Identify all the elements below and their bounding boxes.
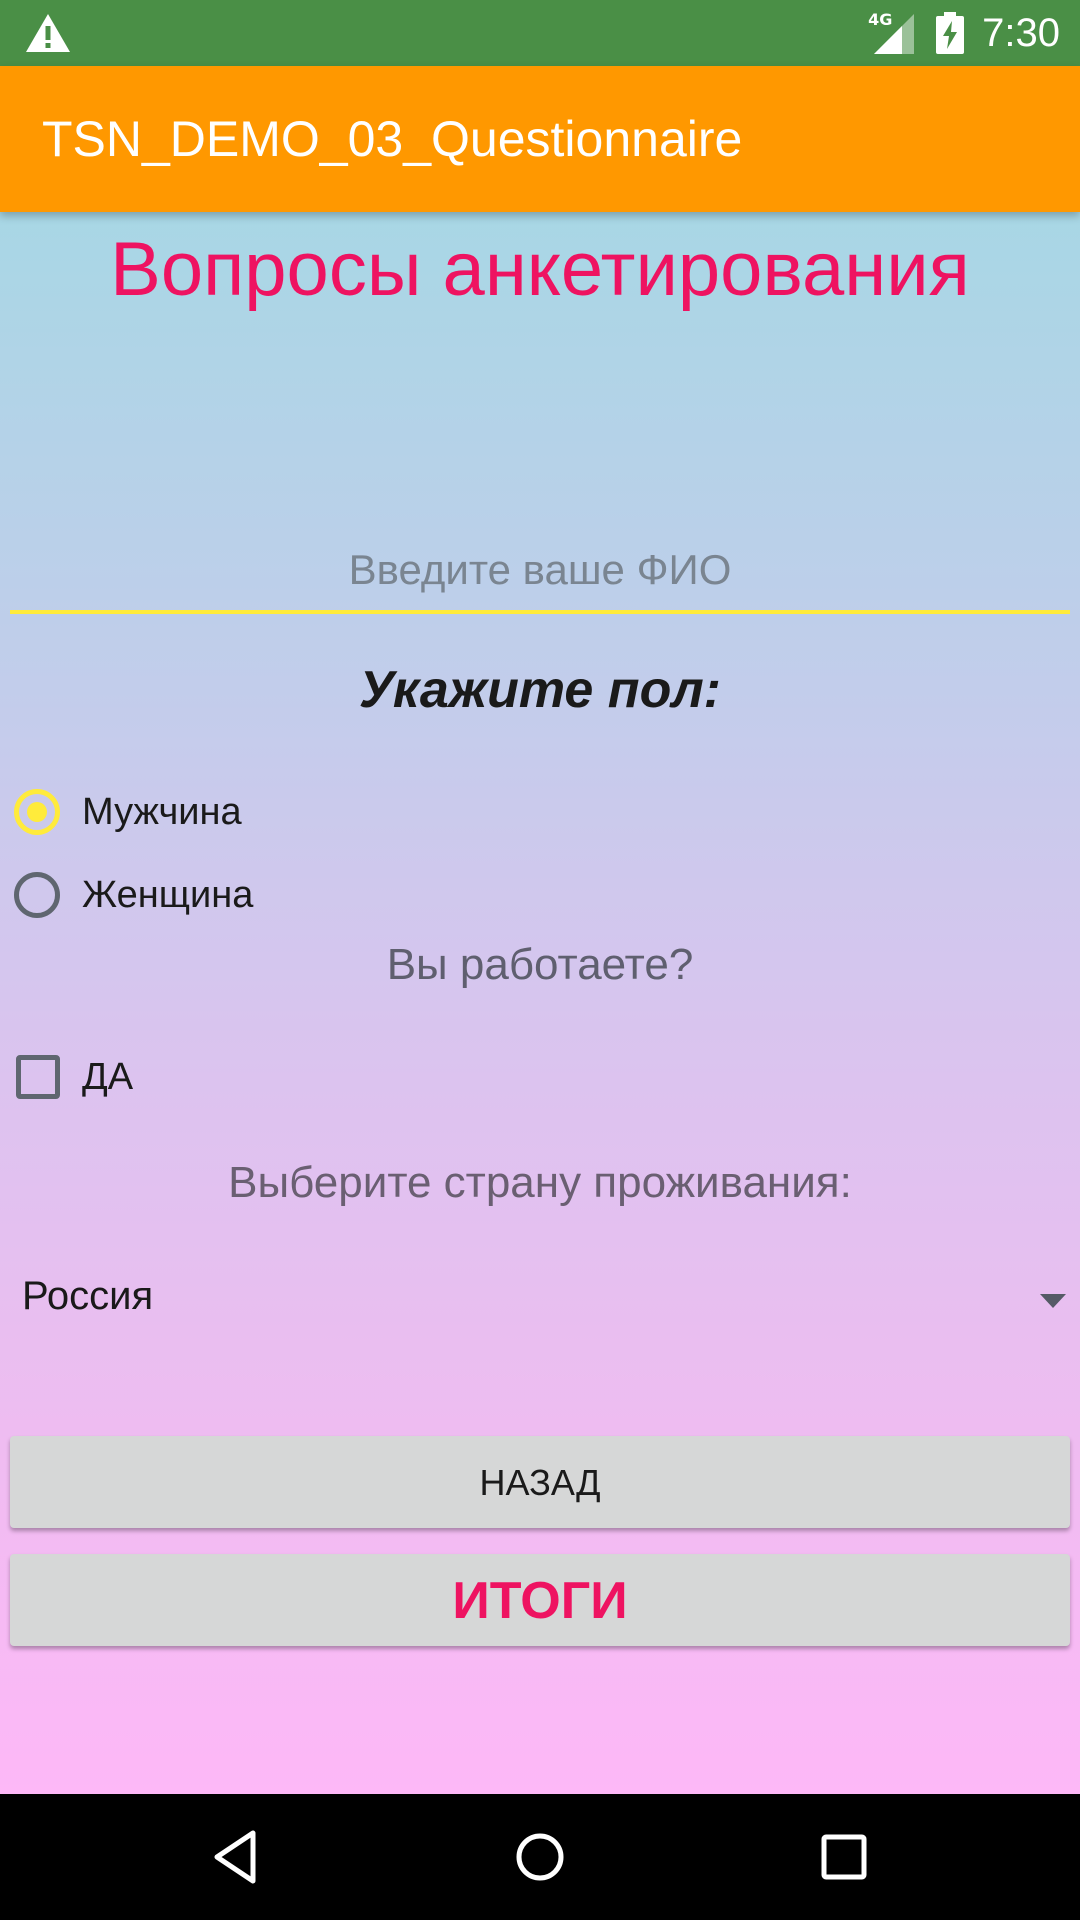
back-button[interactable]: НАЗАД [10,1436,1070,1528]
page-title: Вопросы анкетирования [110,227,970,312]
radio-female[interactable]: Женщина [14,860,253,930]
questionnaire-form: Вопросы анкетирования Укажите пол: Мужчи… [0,212,1080,1794]
gender-heading: Укажите пол: [359,661,721,719]
app-title: TSN_DEMO_03_Questionnaire [42,111,743,167]
status-icons: 4G 7:30 [866,0,1060,66]
country-dropdown[interactable]: Россия [0,1252,1080,1352]
signal-icon: 4G [866,8,918,58]
clock: 7:30 [982,10,1060,55]
dropdown-arrow-icon [1040,1294,1066,1308]
checkbox-unchecked[interactable] [16,1055,60,1099]
screen: 4G 7:30 TSN_DEMO_03_Questionnaire Вопрос… [0,0,1080,1920]
results-button[interactable]: ИТОГИ [10,1554,1070,1646]
battery-charging-icon [936,12,965,54]
home-icon[interactable] [510,1827,570,1887]
back-icon[interactable] [207,1827,267,1887]
status-bar: 4G 7:30 [0,0,1080,66]
radio-button-checked[interactable] [14,789,60,835]
radio-male-label: Мужчина [82,790,242,833]
country-selected-value: Россия [22,1274,154,1318]
radio-female-label: Женщина [82,873,254,916]
work-checkbox-label: ДА [82,1055,134,1098]
work-checkbox[interactable]: ДА [16,1042,133,1112]
radio-button-unchecked[interactable] [14,872,60,918]
country-heading: Выберите страну проживания: [228,1158,852,1207]
recents-icon[interactable] [814,1827,874,1887]
navigation-bar [0,1794,1080,1920]
warning-icon [26,14,70,52]
work-heading: Вы работаете? [386,940,694,989]
radio-male[interactable]: Мужчина [14,777,242,847]
app-bar: TSN_DEMO_03_Questionnaire [0,66,1080,212]
name-input[interactable] [10,530,1070,614]
